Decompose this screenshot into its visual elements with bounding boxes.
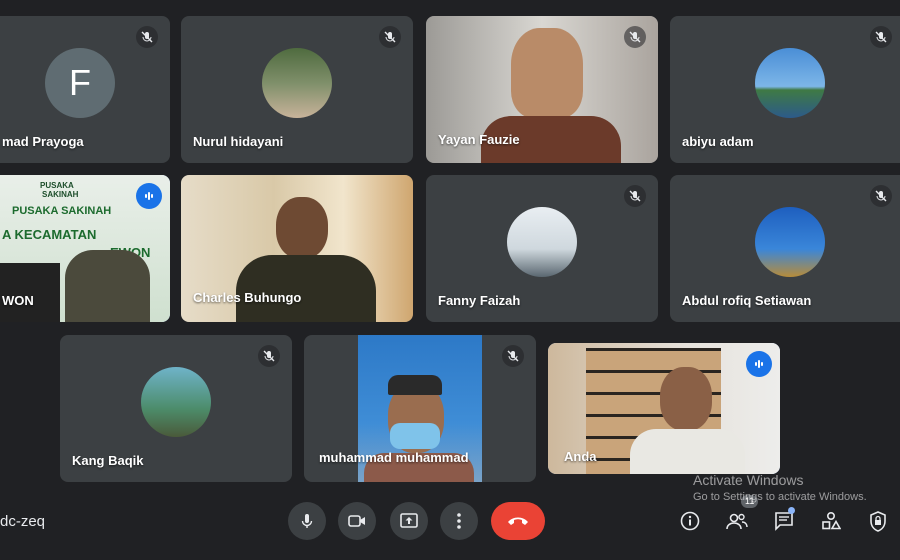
participant-tile-7[interactable]: Fanny Faizah xyxy=(426,175,658,322)
participant-name: Nurul hidayani xyxy=(193,134,284,149)
person-body xyxy=(65,250,150,322)
mic-off-icon xyxy=(870,26,892,48)
avatar xyxy=(507,206,577,277)
participant-tile-3[interactable]: Yayan Fauzie xyxy=(426,16,658,163)
banner-text: SAKINAH xyxy=(42,190,79,199)
person-silhouette xyxy=(276,197,328,259)
more-options-button[interactable] xyxy=(440,502,478,540)
mic-off-icon xyxy=(624,26,646,48)
banner-text: PUSAKA xyxy=(40,181,74,190)
banner-text: PUSAKA SAKINAH xyxy=(12,205,112,217)
participant-tile-2[interactable]: Nurul hidayani xyxy=(181,16,413,163)
avatar xyxy=(755,47,825,118)
participant-tile-4[interactable]: abiyu adam xyxy=(670,16,900,163)
participant-name: muhammad muhammad xyxy=(319,450,469,465)
activate-windows-title: Activate Windows xyxy=(693,472,804,488)
people-button[interactable] xyxy=(724,508,750,534)
participant-name: Kang Baqik xyxy=(72,453,144,468)
mic-off-icon xyxy=(870,185,892,207)
mic-off-icon xyxy=(258,345,280,367)
present-icon xyxy=(400,513,418,528)
participant-name: WON xyxy=(2,293,34,308)
people-icon xyxy=(726,513,748,530)
info-icon xyxy=(680,511,700,531)
mic-off-icon xyxy=(624,185,646,207)
present-button[interactable] xyxy=(390,502,428,540)
chat-notification-dot xyxy=(788,507,795,514)
avatar xyxy=(755,206,825,277)
person-silhouette xyxy=(660,367,712,431)
end-call-icon xyxy=(508,517,528,525)
participant-name: abiyu adam xyxy=(682,134,754,149)
participant-tile-10[interactable]: muhammad muhammad xyxy=(304,335,536,482)
speaking-indicator-icon xyxy=(136,183,162,209)
activities-button[interactable] xyxy=(818,508,844,534)
speaking-indicator-icon xyxy=(746,351,772,377)
person-body xyxy=(630,429,745,474)
microphone-button[interactable] xyxy=(288,502,326,540)
person-silhouette xyxy=(511,28,583,118)
person-body xyxy=(236,255,376,322)
participant-name: Yayan Fauzie xyxy=(438,132,520,147)
activities-icon xyxy=(822,511,841,530)
participant-name: Anda xyxy=(564,449,597,464)
microphone-icon xyxy=(301,514,313,528)
participant-name: mad Prayoga xyxy=(2,134,84,149)
participant-name: Abdul rofiq Setiawan xyxy=(682,293,812,308)
host-controls-icon xyxy=(870,510,886,532)
banner-text: A KECAMATAN xyxy=(2,227,97,242)
mic-off-icon xyxy=(502,345,524,367)
more-icon xyxy=(457,513,461,529)
participant-tile-8[interactable]: Abdul rofiq Setiawan xyxy=(670,175,900,322)
meeting-code: dc-zeq xyxy=(0,513,46,530)
participant-name: Fanny Faizah xyxy=(438,293,521,308)
camera-button[interactable] xyxy=(338,502,376,540)
participant-tile-5[interactable]: PUSAKA SAKINAH PUSAKA SAKINAH A KECAMATA… xyxy=(0,175,170,322)
participant-tile-1[interactable]: F mad Prayoga xyxy=(0,16,170,163)
face-mask xyxy=(390,423,440,449)
participant-tile-6[interactable]: Charles Buhungo xyxy=(181,175,413,322)
meeting-details-button[interactable] xyxy=(677,508,703,534)
cap xyxy=(388,375,442,395)
activate-windows-subtitle: Go to Settings to activate Windows. xyxy=(693,491,867,503)
avatar xyxy=(141,366,211,437)
chat-icon xyxy=(775,512,793,531)
end-call-button[interactable] xyxy=(491,502,545,540)
participant-tile-11[interactable]: Anda xyxy=(548,343,780,474)
avatar xyxy=(262,47,332,118)
participant-tile-9[interactable]: Kang Baqik xyxy=(60,335,292,482)
participant-name: Charles Buhungo xyxy=(193,290,302,305)
mic-off-icon xyxy=(136,26,158,48)
avatar: F xyxy=(45,47,115,118)
mic-off-icon xyxy=(379,26,401,48)
camera-icon xyxy=(348,515,365,527)
host-controls-button[interactable] xyxy=(865,508,891,534)
